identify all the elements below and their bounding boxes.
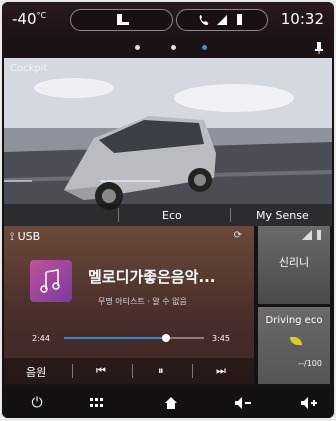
connectivity-icons	[199, 14, 242, 25]
screen: -40°C 10:32 Cockpit Eco My Sense ⟟ USB ⟳…	[0, 0, 336, 421]
edit-widgets-icon[interactable]	[314, 42, 324, 54]
media-controls: 음원 ⏮ ⏸ ⏭	[4, 358, 254, 384]
signal-icon	[217, 15, 227, 25]
time-total: 3:45	[212, 334, 230, 343]
track-title: 멜로디가좋은음악...	[88, 268, 216, 286]
power-icon[interactable]: ⏻	[26, 394, 48, 412]
seat-icon	[117, 14, 129, 25]
clock: 10:32	[280, 10, 324, 28]
phone-icon	[199, 15, 209, 25]
drive-mode-tabs: Eco My Sense	[4, 204, 332, 226]
battery-icon	[237, 14, 242, 25]
usb-icon: ⟟	[10, 230, 15, 243]
status-bar: -40°C 10:32	[2, 2, 334, 38]
repeat-icon[interactable]: ⟳	[234, 230, 242, 241]
driving-eco-score: --/100	[298, 359, 322, 368]
signal-icon	[302, 230, 312, 240]
media-source: ⟟ USB	[10, 230, 40, 244]
music-note-icon	[40, 269, 60, 293]
leaf-icon	[290, 337, 302, 345]
phone-name: 신리니	[278, 256, 310, 269]
page-dot[interactable]	[171, 45, 176, 50]
driving-eco-widget[interactable]: Driving eco --/100	[258, 307, 330, 384]
previous-icon[interactable]: ⏮	[96, 364, 106, 378]
battery-icon	[317, 230, 321, 240]
progress-handle[interactable]	[162, 334, 171, 342]
album-cover	[30, 260, 72, 302]
car-widget-title: Cockpit	[10, 63, 48, 74]
page-indicator	[2, 38, 334, 58]
pause-icon[interactable]: ⏸	[158, 364, 164, 378]
tab-my-sense[interactable]: My Sense	[256, 209, 309, 222]
page-dot-active[interactable]	[202, 45, 207, 50]
divider	[118, 208, 119, 222]
progress-bar[interactable]	[64, 334, 204, 342]
volume-up-icon[interactable]	[298, 394, 320, 412]
media-widget[interactable]: ⟟ USB ⟳ 멜로디가좋은음악... 무명 아티스트 · 알 수 없음 2:4…	[4, 226, 254, 384]
phone-widget[interactable]: 신리니	[258, 226, 330, 304]
divider	[72, 364, 73, 378]
tab-eco[interactable]: Eco	[162, 209, 182, 222]
outside-temperature: -40°C	[12, 10, 46, 28]
temperature-value: -40	[12, 10, 37, 28]
connectivity-status[interactable]	[176, 9, 268, 31]
track-artist-album: 무명 아티스트 · 알 수 없음	[98, 297, 187, 306]
home-icon[interactable]	[160, 394, 182, 412]
source-button[interactable]: 음원	[26, 364, 46, 380]
car-image	[4, 58, 332, 226]
media-source-label: USB	[17, 230, 41, 243]
divider	[192, 364, 193, 378]
volume-down-icon[interactable]	[232, 394, 254, 412]
car-widget[interactable]: Cockpit Eco My Sense	[4, 58, 332, 226]
temperature-unit: °C	[36, 11, 47, 20]
driving-eco-title: Driving eco	[265, 315, 323, 326]
page-dot[interactable]	[135, 45, 140, 50]
apps-icon[interactable]	[86, 394, 108, 412]
divider	[230, 208, 231, 222]
divider	[132, 364, 133, 378]
bottom-nav: ⏻	[2, 388, 334, 418]
seat-quick-access[interactable]	[70, 9, 173, 31]
progress-fill	[64, 337, 167, 339]
next-icon[interactable]: ⏭	[216, 364, 226, 378]
display: -40°C 10:32 Cockpit Eco My Sense ⟟ USB ⟳…	[2, 2, 334, 418]
time-elapsed: 2:44	[32, 334, 50, 343]
signal-battery-icons	[302, 230, 321, 240]
